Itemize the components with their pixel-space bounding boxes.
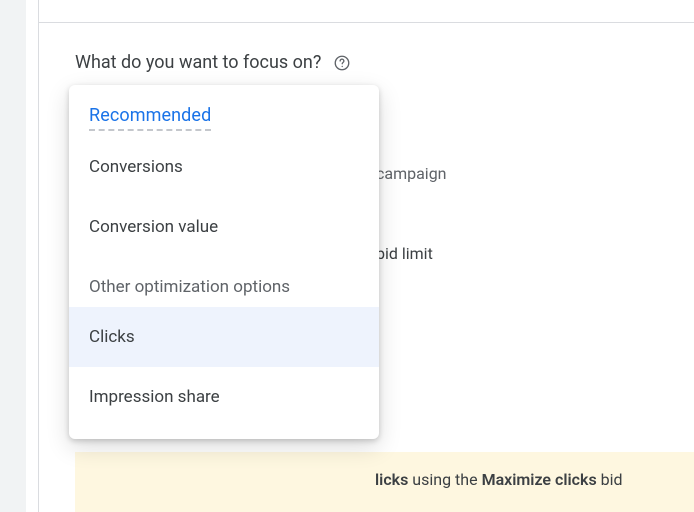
dropdown-item-clicks[interactable]: Clicks <box>69 307 379 367</box>
background-text-bid-limit: bid limit <box>376 244 433 263</box>
info-strip-lead: licks <box>375 470 408 489</box>
dropdown-item-impression-share[interactable]: Impression share <box>69 367 379 427</box>
info-strip: licks using the Maximize clicks bid <box>75 452 694 512</box>
dropdown-item-conversion-value[interactable]: Conversion value <box>69 197 379 257</box>
vertical-divider <box>38 0 39 512</box>
focus-prompt-row: What do you want to focus on? <box>75 52 351 73</box>
info-strip-strategy: Maximize clicks <box>482 470 597 489</box>
background-text-campaign: campaign <box>376 164 447 183</box>
dropdown-section-other: Other optimization options <box>69 257 379 307</box>
top-divider <box>38 22 694 23</box>
recommended-label: Recommended <box>89 105 211 131</box>
info-strip-mid: using the <box>412 470 477 489</box>
dropdown-header-recommended: Recommended <box>69 95 379 137</box>
info-strip-trail: bid <box>601 470 623 489</box>
focus-prompt-label: What do you want to focus on? <box>75 52 321 73</box>
help-icon[interactable] <box>333 54 351 72</box>
focus-dropdown[interactable]: Recommended Conversions Conversion value… <box>69 85 379 439</box>
left-gutter <box>0 0 26 512</box>
dropdown-item-conversions[interactable]: Conversions <box>69 137 379 197</box>
